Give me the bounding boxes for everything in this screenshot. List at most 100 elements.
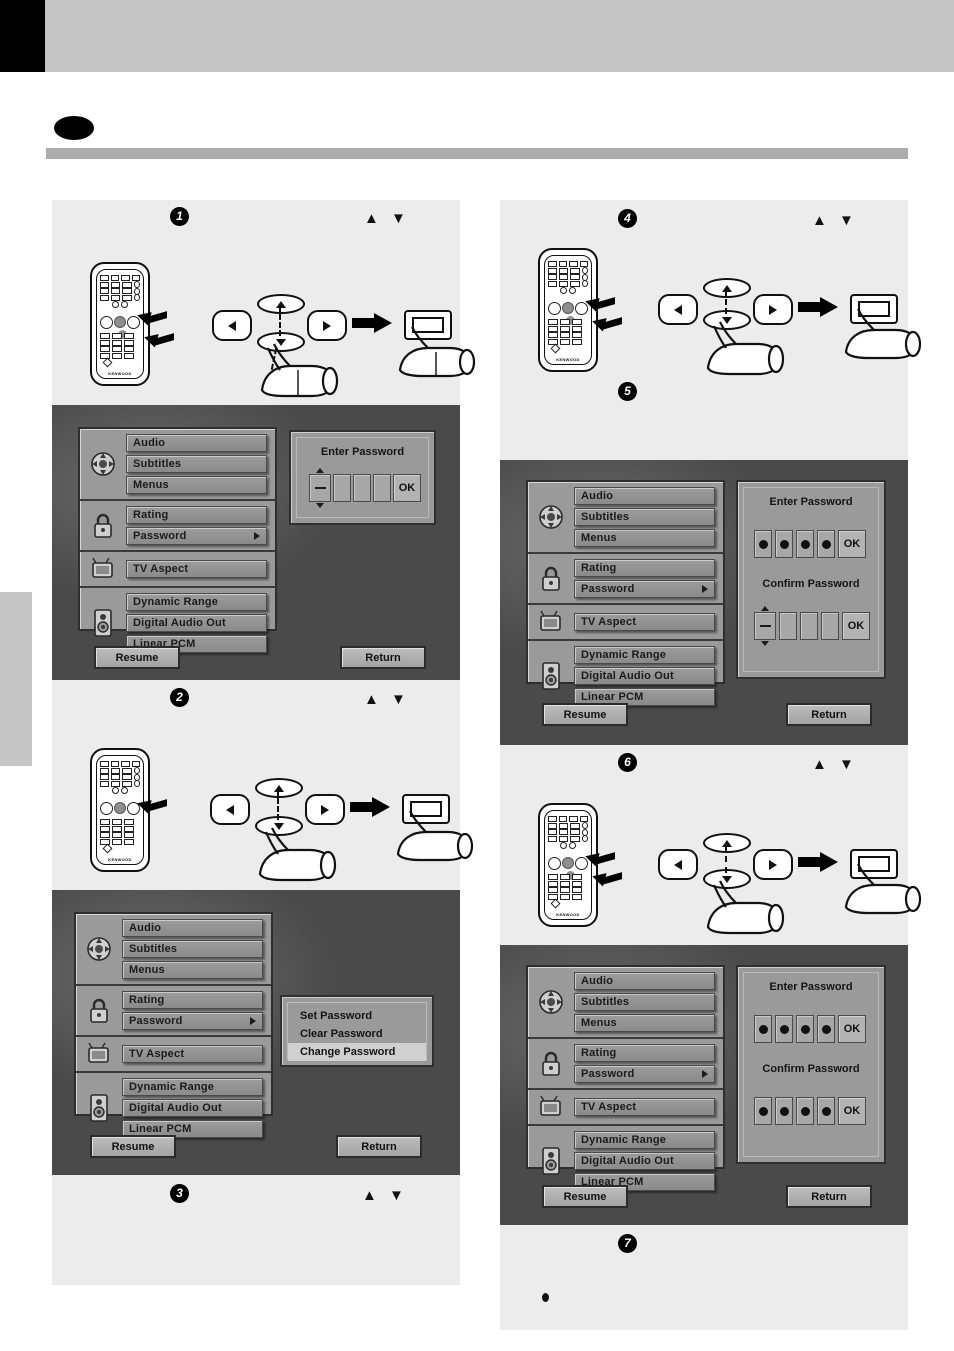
flow-arrow-icon — [352, 313, 392, 333]
password-cell[interactable] — [353, 474, 371, 502]
up-arrow-button[interactable] — [703, 278, 751, 298]
menu-item[interactable]: Menus — [574, 1014, 715, 1032]
menu-item[interactable]: Dynamic Range — [122, 1078, 263, 1096]
page-side-tab — [0, 592, 32, 766]
submenu-item-set-password[interactable]: Set Password — [288, 1007, 426, 1025]
menu-item[interactable]: Rating — [574, 1044, 715, 1062]
ok-button[interactable]: OK — [838, 1097, 866, 1125]
menu-item-password[interactable]: Password — [122, 1012, 263, 1030]
password-cell[interactable] — [817, 530, 835, 558]
menu-item[interactable]: Digital Audio Out — [574, 1152, 715, 1170]
menu-item[interactable]: TV Aspect — [122, 1045, 263, 1063]
resume-button[interactable]: Resume — [542, 703, 628, 726]
menu-item[interactable]: Audio — [122, 919, 263, 937]
left-arrow-button[interactable] — [658, 849, 698, 880]
menu-item[interactable]: TV Aspect — [574, 1098, 715, 1116]
password-cell[interactable] — [775, 1015, 793, 1043]
remote-brand-label: KENWOOD — [108, 371, 132, 376]
right-arrow-button[interactable] — [753, 849, 793, 880]
left-arrow-button[interactable] — [210, 794, 250, 825]
remote-brand-label: KENWOOD — [556, 912, 580, 917]
menu-item[interactable]: Audio — [574, 487, 715, 505]
menu-item[interactable]: Audio — [126, 434, 267, 452]
menu-item[interactable]: Subtitles — [122, 940, 263, 958]
password-cell[interactable] — [817, 1015, 835, 1043]
ok-button[interactable]: OK — [393, 474, 421, 502]
password-cell[interactable] — [754, 530, 772, 558]
menu-item-password[interactable]: Password — [574, 1065, 715, 1083]
menu-item[interactable]: Dynamic Range — [574, 1131, 715, 1149]
enter-password-input-row[interactable]: OK — [754, 1015, 866, 1043]
return-button[interactable]: Return — [340, 646, 426, 669]
confirm-password-input-row[interactable]: OK — [754, 1097, 866, 1125]
menu-item[interactable]: Digital Audio Out — [122, 1099, 263, 1117]
password-cell[interactable] — [796, 1097, 814, 1125]
menu-item[interactable]: Subtitles — [574, 993, 715, 1011]
left-arrow-button[interactable] — [658, 294, 698, 325]
right-arrow-button[interactable] — [305, 794, 345, 825]
up-arrow-button[interactable] — [255, 778, 303, 798]
password-cell[interactable] — [754, 1097, 772, 1125]
menu-item[interactable]: Rating — [126, 506, 267, 524]
step-badge-6: 6 — [618, 753, 637, 772]
ok-button[interactable]: OK — [842, 612, 870, 640]
password-cell[interactable] — [373, 474, 391, 502]
menu-item[interactable]: Digital Audio Out — [574, 667, 715, 685]
password-cell[interactable] — [796, 1015, 814, 1043]
menu-item[interactable]: Menus — [122, 961, 263, 979]
submenu-item-clear-password[interactable]: Clear Password — [288, 1025, 426, 1043]
password-cell[interactable] — [821, 612, 839, 640]
up-arrow-button[interactable] — [257, 294, 305, 314]
return-button[interactable]: Return — [786, 703, 872, 726]
password-cell[interactable] — [796, 530, 814, 558]
remote-keypad-bottom — [548, 319, 588, 346]
menu-item[interactable]: Digital Audio Out — [126, 614, 267, 632]
enter-password-input-row[interactable]: OK — [754, 530, 866, 558]
password-cell[interactable] — [775, 1097, 793, 1125]
ok-button[interactable]: OK — [838, 530, 866, 558]
resume-button[interactable]: Resume — [90, 1135, 176, 1158]
hand-pointer-enter — [840, 861, 928, 917]
menu-item-password[interactable]: Password — [126, 527, 267, 545]
enter-password-input-row[interactable]: OK — [309, 468, 421, 508]
menu-item[interactable]: Dynamic Range — [574, 646, 715, 664]
menu-item[interactable]: Dynamic Range — [126, 593, 267, 611]
remote-keypad-bottom — [100, 333, 140, 360]
callout-arrow-dpad — [583, 849, 615, 867]
digit-spinner[interactable] — [309, 468, 331, 508]
right-arrow-button[interactable] — [307, 310, 347, 341]
menu-item[interactable]: Audio — [574, 972, 715, 990]
menu-item[interactable]: Rating — [574, 559, 715, 577]
submenu-item-change-password[interactable]: Change Password — [288, 1043, 426, 1061]
menu-item[interactable]: TV Aspect — [126, 560, 267, 578]
confirm-password-input-row[interactable]: OK — [754, 606, 870, 646]
menu-item[interactable]: Subtitles — [574, 508, 715, 526]
resume-button[interactable]: Resume — [94, 646, 180, 669]
left-arrow-button[interactable] — [212, 310, 252, 341]
resume-button[interactable]: Resume — [542, 1185, 628, 1208]
up-arrow-button[interactable] — [703, 833, 751, 853]
menu-item[interactable]: Menus — [574, 529, 715, 547]
chevron-right-icon — [702, 1070, 708, 1078]
menu-item[interactable]: Rating — [122, 991, 263, 1009]
password-cell[interactable] — [817, 1097, 835, 1125]
menu-item[interactable]: TV Aspect — [574, 613, 715, 631]
password-cell[interactable] — [754, 1015, 772, 1043]
menu-item-password[interactable]: Password — [574, 580, 715, 598]
flow-arrow-icon — [350, 797, 390, 817]
digit-spinner[interactable] — [754, 606, 776, 646]
menu-item[interactable]: Subtitles — [126, 455, 267, 473]
hand-pointer-dpad — [700, 877, 792, 937]
password-cell[interactable] — [775, 530, 793, 558]
return-button[interactable]: Return — [786, 1185, 872, 1208]
ok-button[interactable]: OK — [838, 1015, 866, 1043]
menu-item[interactable]: Menus — [126, 476, 267, 494]
return-button[interactable]: Return — [336, 1135, 422, 1158]
nav-diagram — [212, 288, 476, 398]
password-cell[interactable] — [333, 474, 351, 502]
password-cell[interactable] — [779, 612, 797, 640]
enter-password-panel: Enter Password OK — [289, 430, 436, 525]
lock-icon — [80, 512, 126, 540]
password-cell[interactable] — [800, 612, 818, 640]
remote-dpad — [548, 856, 588, 870]
